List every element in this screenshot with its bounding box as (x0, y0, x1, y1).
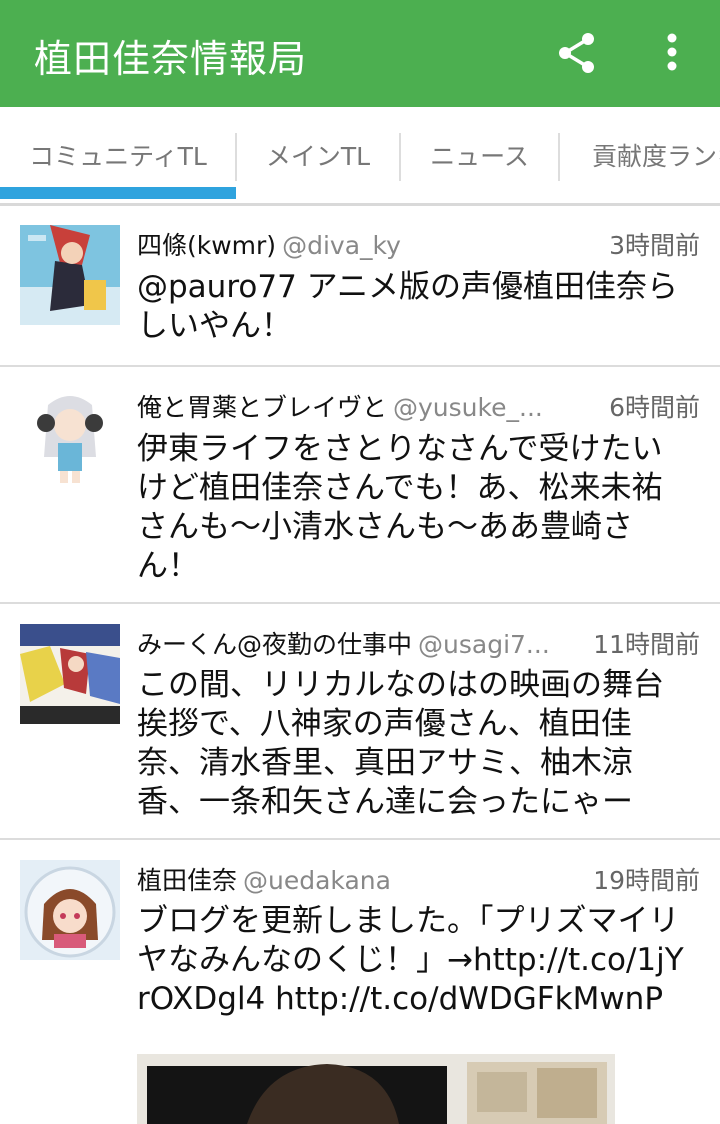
author-handle[interactable]: @usagi7... (418, 630, 550, 659)
author-name[interactable]: みーくん@夜勤の仕事中 (137, 630, 412, 659)
tweet-text: @pauro77 アニメ版の声優植田佳奈らしいやん！ (137, 269, 679, 344)
app-title: 植田佳奈情報局 (34, 37, 308, 81)
tweet-item[interactable]: 四條(kwmr) @diva_ky 3時間前 @pauro77 アニメ版の声優植田… (0, 203, 720, 367)
author-handle[interactable]: @uedakana (243, 866, 391, 895)
tweet-time: 11時間前 (587, 628, 700, 662)
tweet-text: ブログを更新しました。「プリズマイリヤなみんなのくじ！」→http://t.co… (137, 903, 684, 1017)
avatar[interactable] (20, 624, 120, 724)
avatar[interactable] (20, 225, 120, 325)
tab-news[interactable]: ニュース (401, 107, 558, 203)
tweet-meta: みーくん@夜勤の仕事中 @usagi7... 11時間前 (137, 628, 700, 662)
avatar[interactable] (20, 387, 120, 487)
tweet-meta: 俺と胃薬とブレイヴと @yusuke_... 6時間前 (137, 391, 700, 425)
avatar-image (20, 624, 120, 724)
selected-tab-indicator (0, 187, 236, 199)
author-name[interactable]: 四條(kwmr) (137, 231, 276, 260)
tweet-meta: 四條(kwmr) @diva_ky 3時間前 (137, 229, 700, 263)
tweet-text: この間、リリカルなのはの映画の舞台挨拶で、八神家の声優さん、植田佳奈、清水香里、… (137, 667, 664, 820)
author-handle[interactable]: @diva_ky (282, 231, 401, 260)
author-handle[interactable]: @yusuke_... (393, 393, 543, 422)
tweet-photo[interactable] (137, 1054, 615, 1124)
tab-main-tl[interactable]: メインTL (237, 107, 399, 203)
tweet-time: 6時間前 (603, 391, 700, 425)
avatar-image (20, 387, 120, 487)
tweet-meta: 植田佳奈 @uedakana 19時間前 (137, 864, 700, 898)
avatar-image (20, 225, 120, 325)
tweet-time: 3時間前 (603, 229, 700, 263)
tweet-text: 伊東ライフをさとりなさんで受けたいけど植田佳奈さんでも！あ、松来未祐さんも〜小清… (137, 431, 663, 584)
tab-contribution-ranking[interactable]: 貢献度ランキ (560, 107, 720, 203)
avatar-image (20, 860, 120, 960)
tweet-item[interactable]: みーくん@夜勤の仕事中 @usagi7... 11時間前 この間、リリカルなのはの… (0, 604, 720, 840)
author-name[interactable]: 俺と胃薬とブレイヴと (137, 393, 387, 422)
tweet-item[interactable]: 俺と胃薬とブレイヴと @yusuke_... 6時間前 伊東ライフをさとりなさんで… (0, 367, 720, 604)
share-icon[interactable] (556, 31, 598, 75)
app-bar: 植田佳奈情報局 (0, 0, 720, 107)
author-name[interactable]: 植田佳奈 (137, 866, 237, 895)
avatar[interactable] (20, 860, 120, 960)
more-vert-icon[interactable] (662, 32, 682, 76)
photo-image (137, 1054, 615, 1124)
tweet-time: 19時間前 (587, 864, 700, 898)
